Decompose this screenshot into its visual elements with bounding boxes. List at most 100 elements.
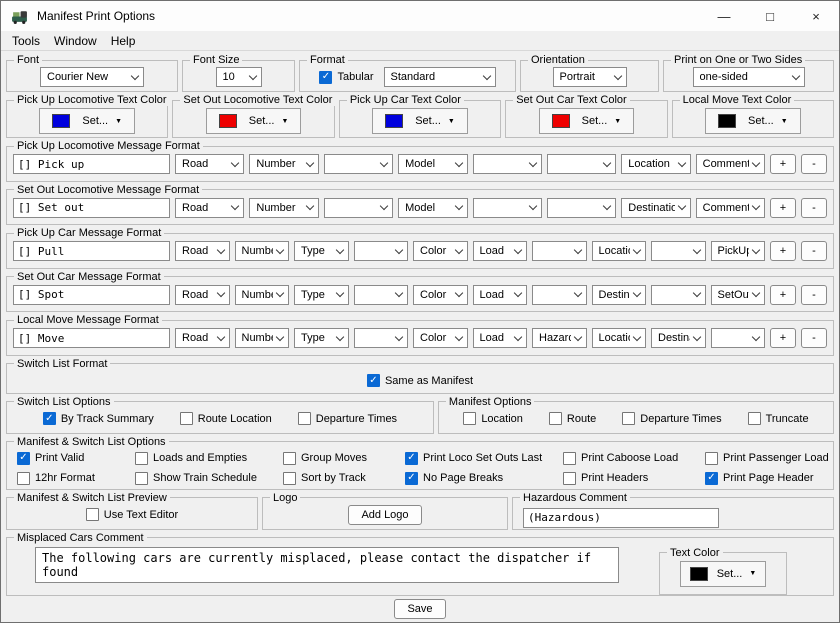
- setout-car-combo-7[interactable]: Destination: [592, 285, 647, 305]
- print-passenger-load-checkbox[interactable]: Print Passenger Load: [705, 452, 829, 465]
- hazardous-comment-field[interactable]: [523, 508, 719, 528]
- color-set-combo[interactable]: Set... ▼: [748, 115, 788, 127]
- pickup-loco-add-button[interactable]: +: [770, 154, 796, 174]
- print-headers-checkbox[interactable]: Print Headers: [563, 472, 705, 485]
- route-checkbox[interactable]: Route: [549, 412, 596, 425]
- use-text-editor-checkbox[interactable]: Use Text Editor: [86, 508, 178, 521]
- setout-loco-combo-2[interactable]: [324, 198, 393, 218]
- setout-loco-prefix-field[interactable]: [13, 198, 170, 218]
- setout-car-combo-0[interactable]: Road: [175, 285, 230, 305]
- local-move-prefix-field[interactable]: [13, 328, 170, 348]
- local-move-add-button[interactable]: +: [770, 328, 796, 348]
- pickup-car-combo-6[interactable]: [532, 241, 587, 261]
- menu-window[interactable]: Window: [47, 33, 104, 49]
- setout-loco-combo-4[interactable]: [473, 198, 542, 218]
- setout-car-combo-4[interactable]: Color: [413, 285, 468, 305]
- location-checkbox[interactable]: Location: [463, 412, 523, 425]
- print-loco-set-outs-last-checkbox[interactable]: Print Loco Set Outs Last: [405, 452, 563, 465]
- setout-loco-combo-5[interactable]: [547, 198, 616, 218]
- pickup-car-combo-9[interactable]: PickUp Msg: [711, 241, 766, 261]
- pickup-loco-combo-7[interactable]: Comment: [696, 154, 765, 174]
- local-move-combo-0[interactable]: Road: [175, 328, 230, 348]
- color-set-combo[interactable]: Set... ▼: [717, 568, 757, 580]
- pickup-loco-combo-5[interactable]: [547, 154, 616, 174]
- pickup-car-combo-5[interactable]: Load: [473, 241, 528, 261]
- local-move-remove-button[interactable]: -: [801, 328, 827, 348]
- setout-car-prefix-field[interactable]: [13, 285, 170, 305]
- pickup-loco-combo-6[interactable]: Location: [621, 154, 690, 174]
- pickup-car-combo-4[interactable]: Color: [413, 241, 468, 261]
- pickup-car-combo-0[interactable]: Road: [175, 241, 230, 261]
- color-set-combo[interactable]: Set... ▼: [415, 115, 455, 127]
- local-move-combo-1[interactable]: Number: [235, 328, 290, 348]
- setout-car-combo-1[interactable]: Number: [235, 285, 290, 305]
- setout-car-remove-button[interactable]: -: [801, 285, 827, 305]
- pickup-car-combo-7[interactable]: Location: [592, 241, 647, 261]
- orientation-combo[interactable]: Portrait: [553, 67, 627, 87]
- same-as-manifest-checkbox[interactable]: Same as Manifest: [367, 374, 473, 387]
- color-set-combo[interactable]: Set... ▼: [249, 115, 289, 127]
- local-move-combo-5[interactable]: Load: [473, 328, 528, 348]
- setout-car-combo-6[interactable]: [532, 285, 587, 305]
- pickup-loco-combo-4[interactable]: [473, 154, 542, 174]
- by-track-summary-checkbox[interactable]: By Track Summary: [43, 412, 154, 425]
- departure-times-checkbox[interactable]: Departure Times: [622, 412, 721, 425]
- loads-and-empties-checkbox[interactable]: Loads and Empties: [135, 452, 283, 465]
- setout-loco-combo-7[interactable]: Comment: [696, 198, 765, 218]
- tabular-checkbox[interactable]: Tabular: [319, 71, 373, 84]
- pickup-car-combo-1[interactable]: Number: [235, 241, 290, 261]
- setout-car-combo-9[interactable]: SetOut Msg: [711, 285, 766, 305]
- save-button[interactable]: Save: [394, 599, 445, 619]
- show-train-schedule-checkbox[interactable]: Show Train Schedule: [135, 472, 283, 485]
- group-moves-checkbox[interactable]: Group Moves: [283, 452, 405, 465]
- local-move-combo-4[interactable]: Color: [413, 328, 468, 348]
- pickup-car-prefix-field[interactable]: [13, 241, 170, 261]
- menu-help[interactable]: Help: [104, 33, 143, 49]
- misplaced-comment-textarea[interactable]: The following cars are currently misplac…: [35, 547, 619, 583]
- local-move-combo-8[interactable]: Destination: [651, 328, 706, 348]
- departure-times-checkbox[interactable]: Departure Times: [298, 412, 397, 425]
- pickup-loco-combo-1[interactable]: Number: [249, 154, 318, 174]
- titlebar[interactable]: Manifest Print Options — □ ×: [1, 1, 839, 31]
- setout-car-add-button[interactable]: +: [770, 285, 796, 305]
- font-combo[interactable]: Courier New: [40, 67, 144, 87]
- color-set-combo[interactable]: Set... ▼: [82, 115, 122, 127]
- setout-car-combo-5[interactable]: Load: [473, 285, 528, 305]
- local-move-combo-2[interactable]: Type: [294, 328, 349, 348]
- font-size-combo[interactable]: 10: [216, 67, 262, 87]
- setout-loco-combo-6[interactable]: Destination: [621, 198, 690, 218]
- pickup-loco-combo-3[interactable]: Model: [398, 154, 467, 174]
- setout-car-combo-2[interactable]: Type: [294, 285, 349, 305]
- setout-car-combo-8[interactable]: [651, 285, 706, 305]
- print-sides-combo[interactable]: one-sided: [693, 67, 805, 87]
- route-location-checkbox[interactable]: Route Location: [180, 412, 272, 425]
- pickup-car-combo-8[interactable]: [651, 241, 706, 261]
- setout-loco-combo-1[interactable]: Number: [249, 198, 318, 218]
- add-logo-button[interactable]: Add Logo: [348, 505, 421, 525]
- pickup-car-combo-2[interactable]: Type: [294, 241, 349, 261]
- print-valid-checkbox[interactable]: Print Valid: [17, 452, 135, 465]
- print-caboose-load-checkbox[interactable]: Print Caboose Load: [563, 452, 705, 465]
- minimize-button[interactable]: —: [701, 1, 747, 31]
- setout-car-combo-3[interactable]: [354, 285, 409, 305]
- pickup-car-add-button[interactable]: +: [770, 241, 796, 261]
- close-button[interactable]: ×: [793, 1, 839, 31]
- menu-tools[interactable]: Tools: [5, 33, 47, 49]
- pickup-loco-combo-0[interactable]: Road: [175, 154, 244, 174]
- local-move-combo-6[interactable]: Hazardous: [532, 328, 587, 348]
- pickup-loco-remove-button[interactable]: -: [801, 154, 827, 174]
- twelve-hour-format-checkbox[interactable]: 12hr Format: [17, 472, 135, 485]
- color-set-combo[interactable]: Set... ▼: [582, 115, 622, 127]
- setout-loco-remove-button[interactable]: -: [801, 198, 827, 218]
- no-page-breaks-checkbox[interactable]: No Page Breaks: [405, 472, 563, 485]
- local-move-combo-9[interactable]: [711, 328, 766, 348]
- pickup-loco-combo-2[interactable]: [324, 154, 393, 174]
- format-combo[interactable]: Standard: [384, 67, 496, 87]
- pickup-loco-prefix-field[interactable]: [13, 154, 170, 174]
- setout-loco-combo-0[interactable]: Road: [175, 198, 244, 218]
- truncate-checkbox[interactable]: Truncate: [748, 412, 809, 425]
- print-page-header-checkbox[interactable]: Print Page Header: [705, 472, 829, 485]
- local-move-combo-7[interactable]: Location: [592, 328, 647, 348]
- setout-loco-add-button[interactable]: +: [770, 198, 796, 218]
- sort-by-track-checkbox[interactable]: Sort by Track: [283, 472, 405, 485]
